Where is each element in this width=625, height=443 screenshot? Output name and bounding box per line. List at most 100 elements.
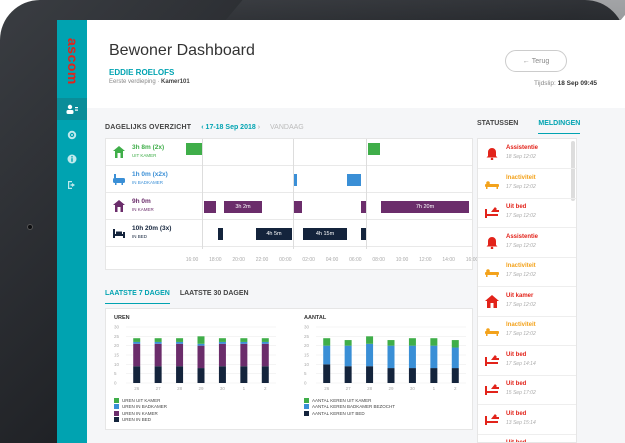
room-label: Kamer101 xyxy=(161,79,190,85)
alerts-list: Assistentie 18 Sep 12:02 Inactiviteit 17 Se… xyxy=(477,138,577,443)
axis-tick-label: 22:00 xyxy=(255,257,269,263)
alert-item[interactable]: Assistentie 18 Sep 12:02 xyxy=(478,139,576,169)
chart-bar xyxy=(197,368,205,383)
resident-location: Eerste verdieping · Kamer101 xyxy=(109,79,190,85)
chart-bar xyxy=(240,338,248,342)
sleep-icon xyxy=(485,269,499,277)
history-tabs: LAATSTE 7 DAGEN LAATSTE 30 DAGEN xyxy=(105,290,473,304)
chart-bar xyxy=(218,341,226,344)
app-screen: ascom Bewoner Dashboard EDDIE ROELOFS Ee… xyxy=(57,20,625,443)
daily-timeline: 3h 8m (2x) UIT KAMER 1h 0m (x2x) IN BADK… xyxy=(105,138,479,270)
tab-last-7-days[interactable]: LAATSTE 7 DAGEN xyxy=(105,290,170,304)
hours-legend: UREN UIT KAMER UREN IN BADKAMER UREN IN … xyxy=(114,397,167,423)
x-tick-label: 26 xyxy=(134,386,140,391)
x-tick-label: 29 xyxy=(388,386,394,391)
timeline-label-bathroom: 1h 0m (x2x) IN BADKAMER xyxy=(112,170,186,190)
x-tick-label: 1 xyxy=(243,386,246,391)
alert-title: Assistentie xyxy=(506,233,539,240)
chart-bar xyxy=(430,345,438,369)
legend-label: AANTAL KEREN UIT KAMER xyxy=(312,397,372,403)
timeline-bar xyxy=(186,143,202,155)
alert-item[interactable]: Inactiviteit 17 Sep 12:02 xyxy=(478,257,576,287)
legend-label: UREN IN BADKAMER xyxy=(122,404,168,410)
gear-icon[interactable] xyxy=(57,124,87,146)
alert-date: 13 Sep 15:14 xyxy=(506,419,536,426)
chart-bar xyxy=(197,343,205,346)
alert-title: Inactiviteit xyxy=(506,174,536,181)
x-tick-label: 27 xyxy=(156,386,162,391)
alert-date: 17 Sep 12:02 xyxy=(506,242,536,249)
axis-tick-label: 08:00 xyxy=(372,257,385,263)
bathtub-icon xyxy=(113,174,125,185)
chart-bar xyxy=(261,366,269,383)
tab-statuses[interactable]: STATUSSEN xyxy=(477,120,518,134)
x-tick-label: 28 xyxy=(367,386,373,391)
timeline-row-bathroom: 1h 0m (x2x) IN BADKAMER xyxy=(106,166,472,193)
alert-title: Uit bed xyxy=(506,381,527,387)
page-header: Bewoner Dashboard EDDIE ROELOFS Eerste v… xyxy=(87,20,625,108)
chart-bar xyxy=(197,336,205,344)
alert-title: Inactiviteit xyxy=(506,322,536,328)
alert-item[interactable]: Assistentie 17 Sep 12:02 xyxy=(478,228,576,258)
tab-last-30-days[interactable]: LAATSTE 30 DAGEN xyxy=(180,290,249,304)
date-range-nav[interactable]: ‹ 17-18 Sep 2018 › xyxy=(201,124,260,131)
chart-bar xyxy=(154,338,162,342)
chart-bar xyxy=(408,368,416,383)
chart-bar xyxy=(451,340,459,348)
x-tick-label: 2 xyxy=(454,386,457,391)
today-button[interactable]: VANDAAG xyxy=(270,124,304,131)
y-tick-label: 15 xyxy=(114,353,120,358)
timeline-bar xyxy=(347,174,361,186)
leave-room-icon xyxy=(485,294,499,308)
y-tick-label: 5 xyxy=(114,371,117,376)
alert-date: 17 Sep 12:02 xyxy=(506,301,536,308)
back-button[interactable]: ← Terug xyxy=(505,50,567,72)
alert-date: 17 Sep 12:02 xyxy=(506,183,536,190)
chart-title: UREN xyxy=(114,315,130,321)
tab-notifications[interactable]: MELDINGEN xyxy=(538,120,581,134)
timeline-duration: 3h 8m (2x) xyxy=(132,144,165,151)
legend-item: AANTAL KEREN UIT BED xyxy=(304,410,395,417)
legend-label: UREN IN KAMER xyxy=(122,410,158,416)
y-tick-label: 30 xyxy=(304,325,310,330)
chart-bar xyxy=(323,364,331,383)
chart-bar xyxy=(197,345,205,369)
alert-item[interactable]: Inactiviteit 17 Sep 12:02 xyxy=(478,316,576,346)
alert-item[interactable]: Uit bed 17 Sep 14:14 xyxy=(478,346,576,376)
alert-item[interactable]: Uit bed 15 Sep 17:02 xyxy=(478,375,576,405)
chart-bar xyxy=(133,366,141,383)
info-icon[interactable] xyxy=(57,148,87,170)
alert-item[interactable]: Uit bed 13 Sep 15:14 xyxy=(478,405,576,435)
floor-label: Eerste verdieping xyxy=(109,79,156,85)
logout-icon[interactable] xyxy=(57,174,87,196)
timeline-row-bed: 10h 20m (3x) IN BED 4h 5m 4h 15m xyxy=(106,220,472,247)
alert-item[interactable]: Inactiviteit 17 Sep 12:02 xyxy=(478,169,576,199)
alert-date: 17 Sep 12:02 xyxy=(506,272,536,278)
alert-item[interactable]: Uit bed11 Sep 12:02 xyxy=(478,434,576,442)
chart-bar xyxy=(323,338,331,346)
timeline-axis: 16:00 18:00 20:00 22:00 00:00 02:00 04:00 06:00… xyxy=(184,257,479,267)
chart-bar xyxy=(430,338,438,346)
y-tick-label: 30 xyxy=(114,325,120,330)
chart-bar xyxy=(133,338,141,342)
y-tick-label: 0 xyxy=(304,381,307,386)
chart-bar xyxy=(366,336,374,344)
alert-date: 18 Sep 12:02 xyxy=(506,154,536,160)
chevron-right-icon[interactable]: › xyxy=(256,124,260,131)
y-tick-label: 10 xyxy=(114,362,120,367)
count-legend: AANTAL KEREN UIT KAMER AANTAL KEREN BADK… xyxy=(304,397,395,417)
axis-tick-label: 12:00 xyxy=(419,257,432,263)
alert-item[interactable]: Uit kamer 17 Sep 12:02 xyxy=(478,287,576,317)
chart-bar xyxy=(176,366,184,383)
tablet-frame: ascom Bewoner Dashboard EDDIE ROELOFS Ee… xyxy=(0,0,625,443)
alert-item[interactable]: Uit bed 17 Sep 12:02 xyxy=(478,198,576,228)
sidebar: ascom xyxy=(57,20,87,443)
timeline-label-out: 3h 8m (2x) UIT KAMER xyxy=(112,143,186,163)
user-icon[interactable] xyxy=(57,98,87,120)
timestamp: Tijdslip: 18 Sep 09:45 xyxy=(467,80,597,87)
timeline-duration: 9h 0m xyxy=(132,198,151,205)
legend-label: UREN UIT KAMER xyxy=(122,397,161,403)
axis-tick-label: 02:00 xyxy=(302,257,315,263)
sleep-icon xyxy=(485,180,499,189)
alert-title: Uit bed xyxy=(506,204,527,210)
